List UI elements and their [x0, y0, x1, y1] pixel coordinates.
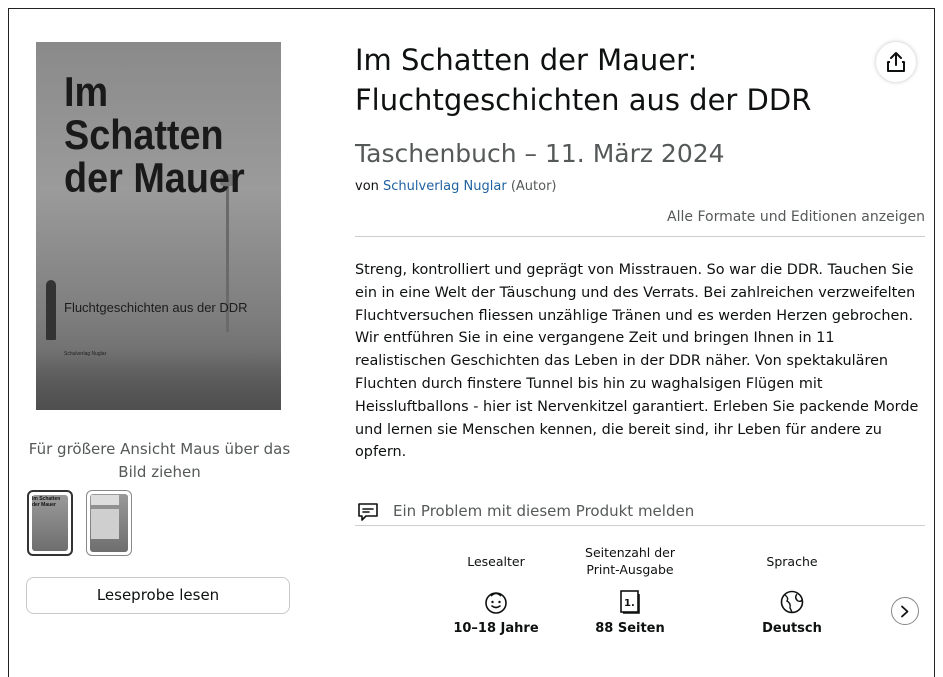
format-and-date: Taschenbuch – 11. März 2024: [355, 139, 725, 168]
page-icon: 1.: [620, 590, 640, 614]
read-sample-button[interactable]: Leseprobe lesen: [26, 577, 290, 614]
byline: von Schulverlag Nuglar (Autor): [355, 178, 556, 196]
cover-author: Schulverlag Nuglar: [64, 351, 107, 357]
carousel-next-button[interactable]: [891, 597, 919, 625]
globe-icon: [780, 590, 804, 614]
attribute-value: Deutsch: [762, 621, 822, 636]
product-description: Streng, kontrolliert und geprägt von Mis…: [355, 262, 919, 461]
attribute-label: Lesealter: [467, 553, 525, 569]
product-title: Im Schatten der Mauer: Fluchtgeschichten…: [355, 43, 812, 117]
thumbnail-block: [91, 495, 119, 505]
thumbnail-front-cover[interactable]: Im Schatten der Mauer: [27, 490, 73, 556]
cover-ground: [36, 350, 281, 410]
attribute-language: Sprache Deutsch: [727, 541, 857, 639]
divider: [355, 525, 925, 526]
share-icon: [887, 52, 905, 72]
report-problem-label: Ein Problem mit diesem Produkt melden: [393, 502, 695, 520]
attribute-label: Seitenzahl der Print-Ausgabe: [585, 545, 675, 577]
book-cover-image[interactable]: Im Schatten der Mauer Fluchtgeschichten …: [36, 42, 281, 410]
author-link[interactable]: Schulverlag Nuglar: [383, 179, 507, 194]
zoom-hint: Für größere Ansicht Maus über das Bild z…: [28, 440, 291, 481]
attribute-page-count: Seitenzahl der Print-Ausgabe 1. 88 Seite…: [565, 541, 695, 639]
divider: [355, 236, 925, 237]
all-formats-link[interactable]: Alle Formate und Editionen anzeigen: [667, 207, 925, 227]
cover-subtitle: Fluchtgeschichten aus der DDR: [64, 300, 248, 315]
chevron-right-icon: [901, 605, 909, 618]
attribute-label: Sprache: [766, 553, 818, 569]
thumbnail-text: Im Schatten der Mauer: [32, 496, 61, 508]
attribute-reading-age: Lesealter 10–18 Jahre: [431, 541, 561, 639]
cover-title: Im Schatten der Mauer: [64, 68, 245, 201]
thumbnail-back-cover[interactable]: [86, 490, 132, 556]
attribute-value: 88 Seiten: [595, 621, 665, 636]
feedback-icon: [358, 503, 378, 521]
share-button[interactable]: [876, 42, 916, 82]
page-icon-glyph: 1.: [624, 598, 635, 609]
attribute-value: 10–18 Jahre: [453, 621, 539, 636]
author-role: (Autor): [510, 179, 557, 194]
face-icon: [485, 592, 507, 614]
thumbnail-block: [91, 509, 119, 539]
byline-prefix: von: [355, 179, 379, 194]
cover-figure: [46, 280, 56, 340]
